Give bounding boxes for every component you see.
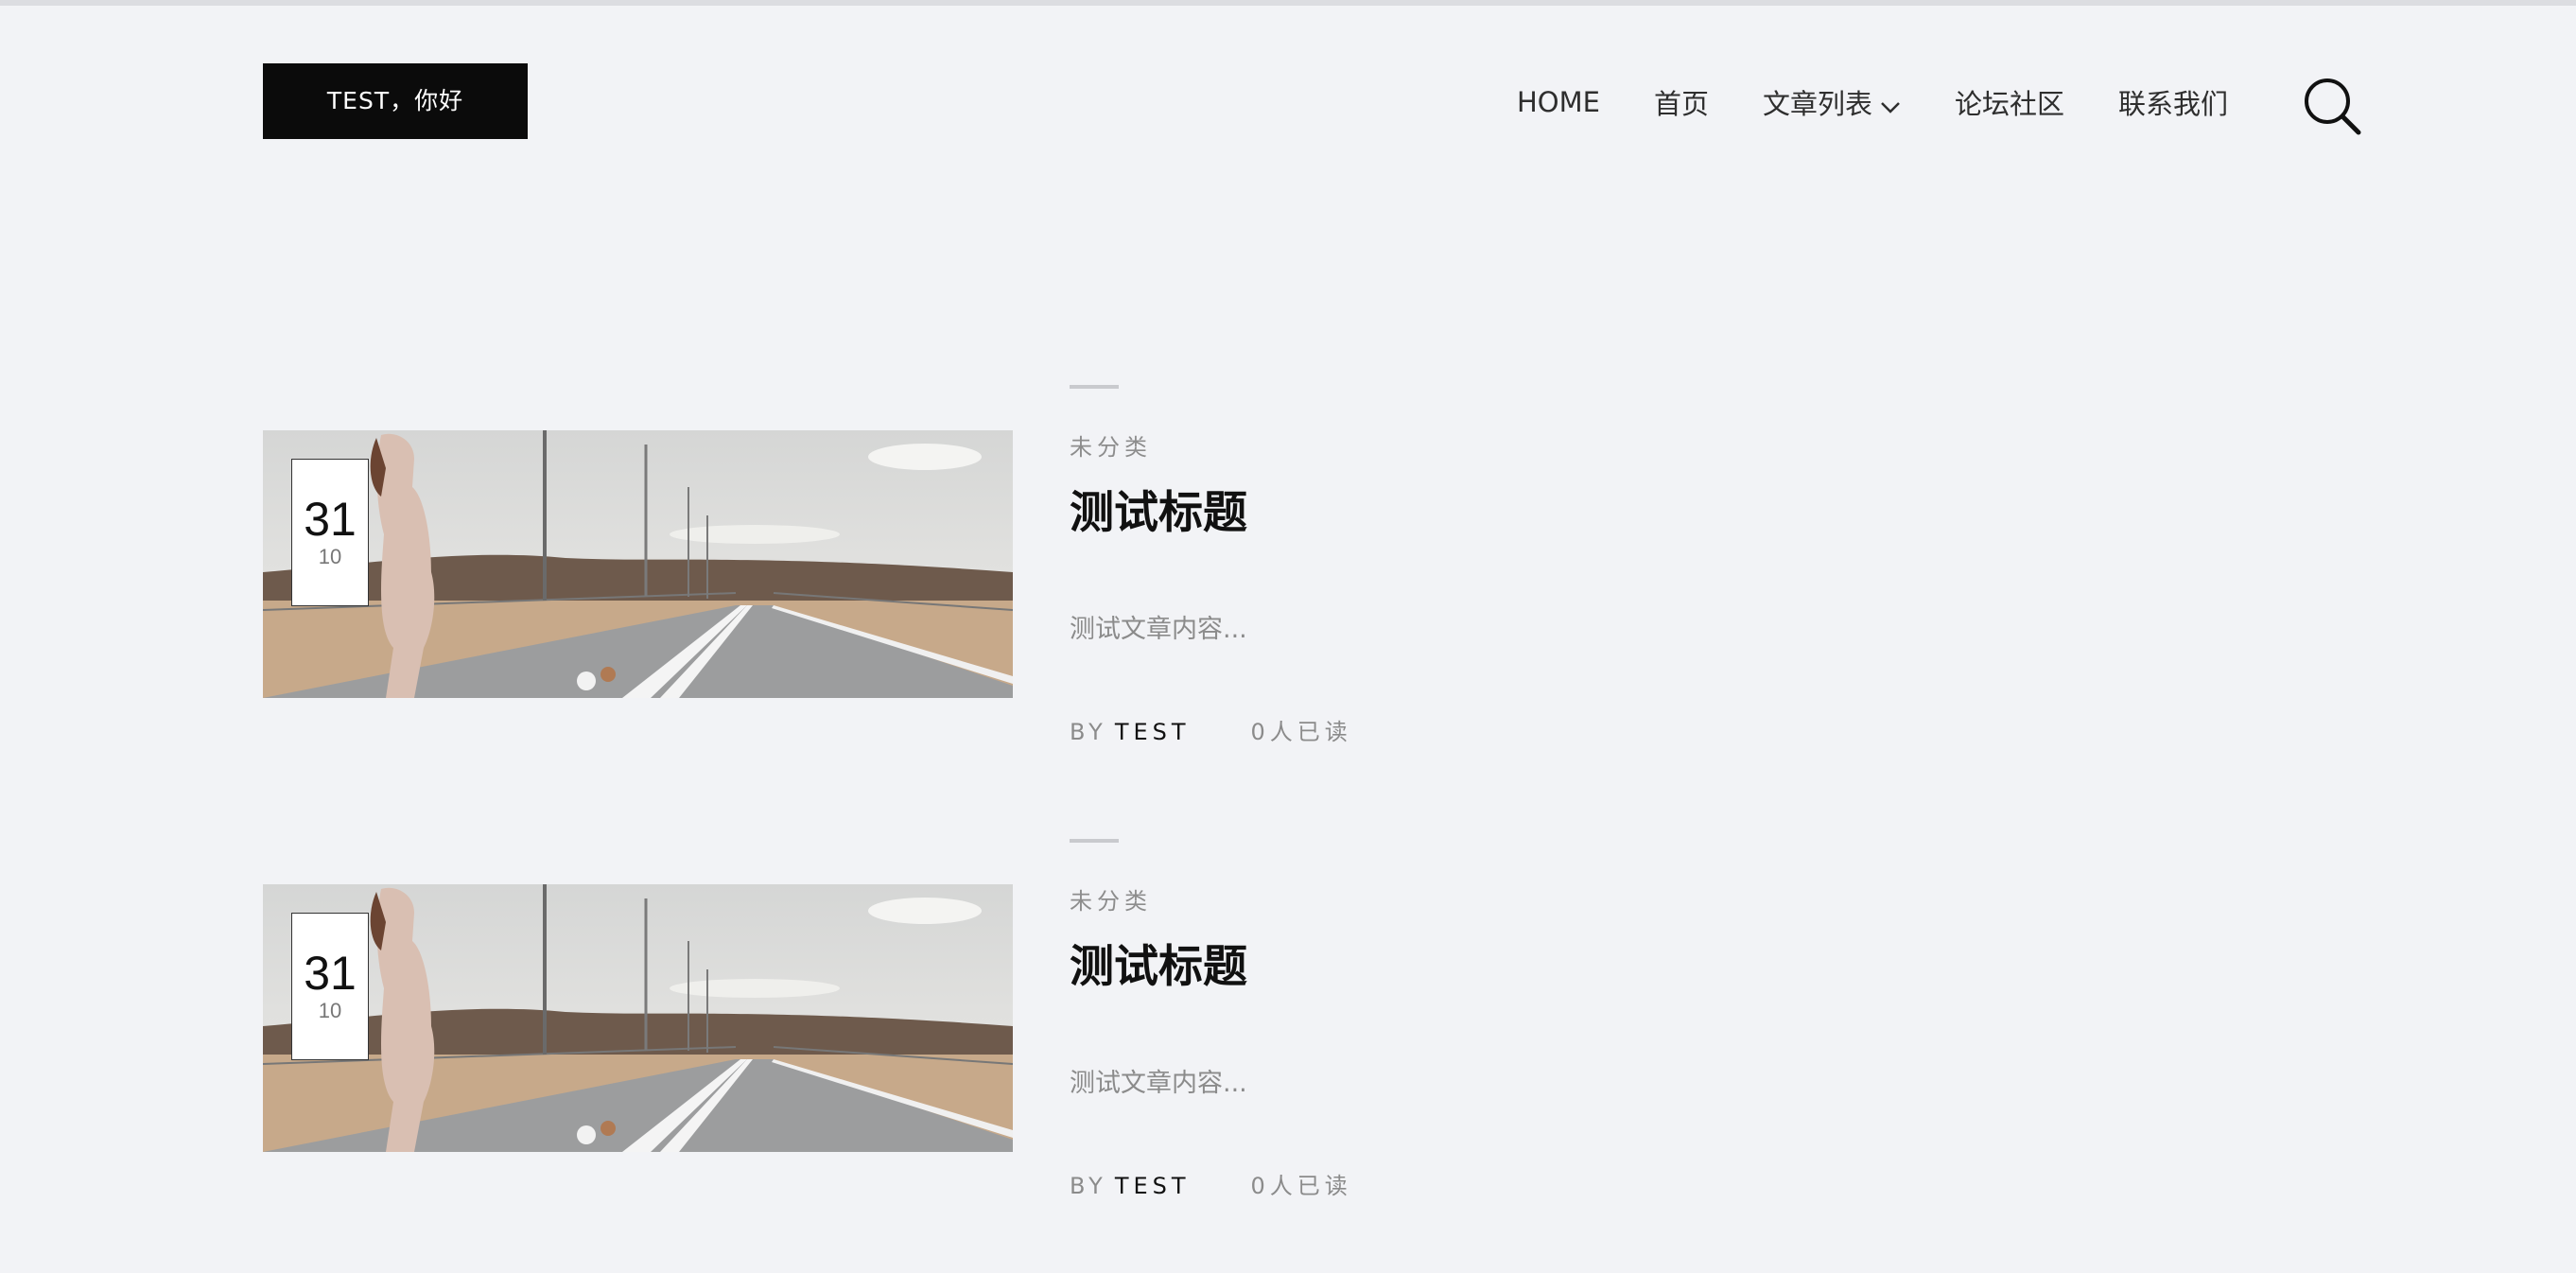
nav-item-contact[interactable]: 联系我们	[2118, 82, 2228, 122]
nav-item-label: 文章列表	[1763, 88, 1873, 120]
post-category[interactable]: 未分类	[1070, 428, 1152, 462]
post-byline: BY TEST 0人已读	[1070, 713, 1352, 746]
post-thumbnail[interactable]	[263, 430, 1013, 698]
post-excerpt: 测试文章内容...	[1070, 1069, 1247, 1098]
nav-item-forum[interactable]: 论坛社区	[1955, 82, 2064, 122]
post-read-count: 0人已读	[1250, 719, 1352, 745]
post-date-badge: 31 10	[291, 913, 369, 1060]
post-thumbnail[interactable]	[263, 884, 1013, 1152]
post-date-badge: 31 10	[291, 459, 369, 606]
byline-prefix: BY	[1070, 1173, 1107, 1199]
search-button[interactable]	[2304, 78, 2362, 136]
post-date-month: 10	[318, 999, 342, 1022]
post-title[interactable]: 测试标题	[1070, 476, 1247, 541]
nav-item-articles[interactable]: 文章列表	[1763, 82, 1901, 122]
divider	[1070, 385, 1119, 389]
byline-prefix: BY	[1070, 719, 1107, 745]
nav-item-index[interactable]: 首页	[1654, 82, 1709, 122]
site-header: TEST，你好 HOME 首页 文章列表 论坛社区 联系我们	[0, 0, 2576, 208]
post-date-day: 31	[304, 493, 357, 546]
post-author[interactable]: TEST	[1115, 719, 1191, 745]
post-read-count: 0人已读	[1250, 1173, 1352, 1199]
nav-item-label: 联系我们	[2118, 88, 2229, 120]
post-category[interactable]: 未分类	[1070, 882, 1152, 916]
post-title[interactable]: 测试标题	[1070, 930, 1247, 995]
site-logo[interactable]: TEST，你好	[263, 63, 528, 139]
post-excerpt: 测试文章内容...	[1070, 615, 1247, 644]
post-date-day: 31	[304, 947, 357, 1000]
search-icon	[2305, 78, 2361, 135]
nav-item-home[interactable]: HOME	[1517, 86, 1600, 118]
chevron-down-icon	[1880, 92, 1901, 113]
nav-item-label: 论坛社区	[1955, 88, 2065, 120]
post-author[interactable]: TEST	[1115, 1173, 1191, 1199]
nav-item-label: HOME	[1517, 86, 1600, 118]
post-date-month: 10	[318, 545, 342, 568]
post-byline: BY TEST 0人已读	[1070, 1167, 1352, 1200]
nav-item-label: 首页	[1653, 88, 1709, 120]
divider	[1070, 839, 1119, 843]
main-nav: HOME 首页 文章列表 论坛社区 联系我们	[1517, 78, 2282, 127]
